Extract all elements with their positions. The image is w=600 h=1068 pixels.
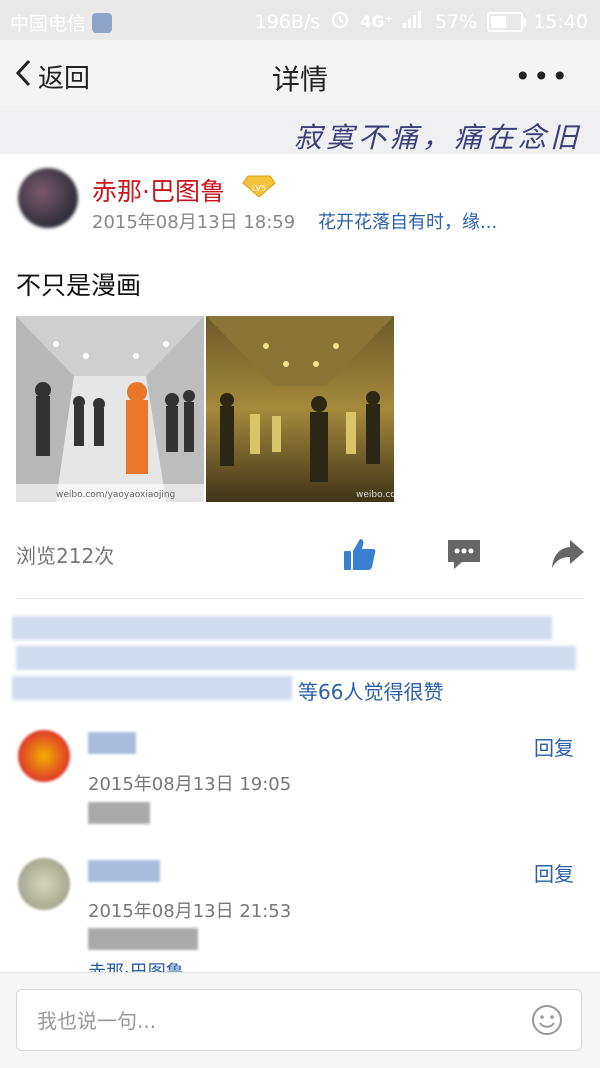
banner-text: 寂寞不痛，痛在念旧 xyxy=(293,121,582,154)
net-speed: 196B/s xyxy=(254,10,321,33)
comment-username-blurred[interactable] xyxy=(88,860,160,882)
likers-blurred-row1 xyxy=(12,616,552,640)
likes-section: 等66人觉得很赞 xyxy=(12,610,588,705)
comment-timestamp: 2015年08月13日 21:53 xyxy=(88,901,292,922)
comment-avatar[interactable] xyxy=(18,858,70,910)
comment-avatar[interactable] xyxy=(18,730,70,782)
clock: 15:40 xyxy=(533,10,588,33)
post-username[interactable]: 赤那·巴图鲁 xyxy=(92,172,225,208)
comment-username-blurred[interactable] xyxy=(88,732,136,754)
post-image-photo[interactable]: weibo.com xyxy=(206,316,394,502)
alarm-icon xyxy=(330,9,350,34)
more-menu-icon[interactable]: ••• xyxy=(514,60,570,93)
page-title: 详情 xyxy=(271,63,328,96)
nav-bar: 返回 详情 ••• xyxy=(0,40,600,111)
comment-icon[interactable] xyxy=(446,536,482,572)
status-bar: 中国电信 196B/s 4G⁺ 57% 15:40 xyxy=(0,0,600,40)
post-image-comic[interactable]: weibo.com/yaoyaoxiaojing xyxy=(16,316,204,502)
comment-input-box xyxy=(16,989,582,1051)
signal-icon xyxy=(403,10,425,33)
comment-text-blurred xyxy=(88,928,198,950)
like-thumb-icon[interactable] xyxy=(342,536,378,572)
signal-type: 4G⁺ xyxy=(360,12,393,31)
svg-text:LV5: LV5 xyxy=(252,184,266,193)
carrier-label: 中国电信 xyxy=(10,13,87,35)
notification-icon xyxy=(92,12,113,33)
post-text: 不只是漫画 xyxy=(16,271,142,300)
battery-percent: 57% xyxy=(435,10,478,33)
reply-button[interactable]: 回复 xyxy=(534,858,574,887)
emoji-icon[interactable] xyxy=(531,1004,563,1036)
avatar[interactable] xyxy=(18,168,78,228)
likers-blurred-row2 xyxy=(16,646,576,670)
battery-icon xyxy=(487,11,527,32)
likers-blurred-row3 xyxy=(12,676,292,700)
comment-input-bar xyxy=(0,972,600,1068)
comment-timestamp: 2015年08月13日 19:05 xyxy=(88,774,292,795)
post-signature[interactable]: 花开花落自有时，缘... xyxy=(318,208,497,234)
view-count: 浏览212次 xyxy=(16,544,115,568)
vip-badge-icon: LV5 xyxy=(242,174,276,202)
profile-banner: 寂寞不痛，痛在念旧 xyxy=(0,110,600,154)
comment-input[interactable] xyxy=(35,1004,519,1038)
divider xyxy=(16,598,584,599)
post-timestamp: 2015年08月13日 18:59 xyxy=(92,212,296,233)
reply-button[interactable]: 回复 xyxy=(534,732,574,761)
share-icon[interactable] xyxy=(550,536,586,572)
svg-text:weibo.com: weibo.com xyxy=(356,490,394,500)
like-summary[interactable]: 等66人觉得很赞 xyxy=(298,676,443,705)
svg-text:weibo.com/yaoyaoxiaojing: weibo.com/yaoyaoxiaojing xyxy=(56,490,175,500)
comment-text-blurred xyxy=(88,802,150,824)
